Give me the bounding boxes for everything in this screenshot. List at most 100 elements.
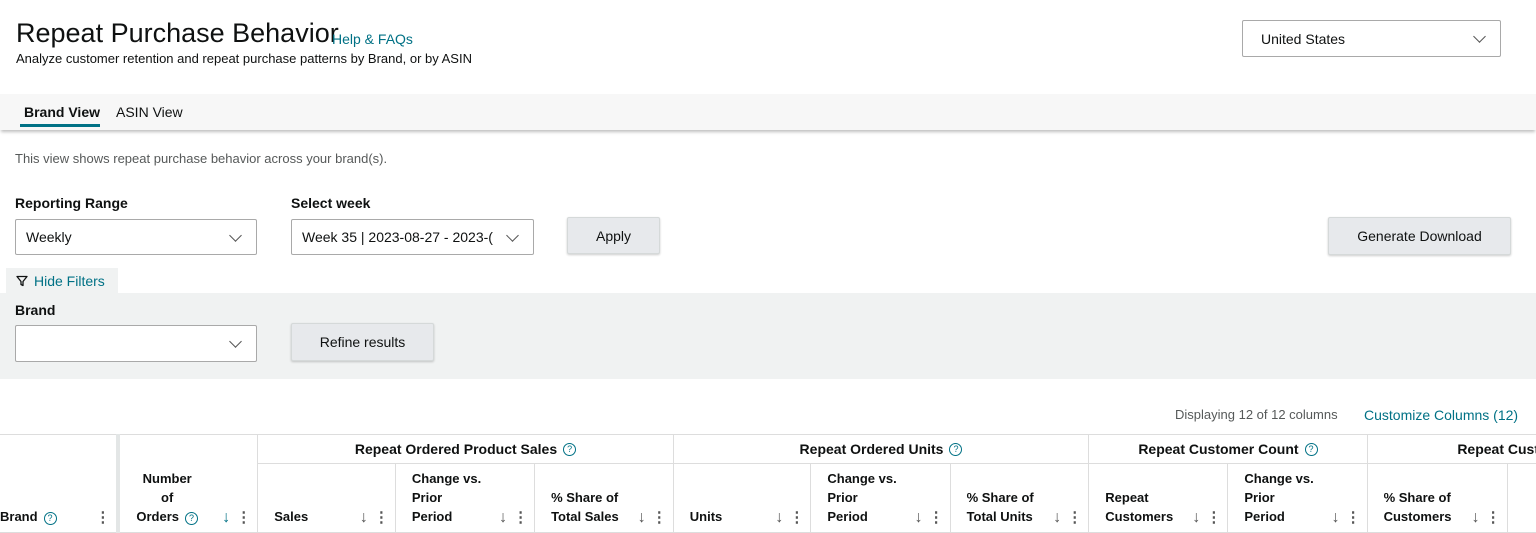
filter-funnel-icon — [16, 275, 28, 287]
help-circle-icon[interactable]: ? — [1304, 442, 1318, 456]
refine-results-button[interactable]: Refine results — [291, 323, 434, 361]
sort-arrow-down-icon[interactable]: ↓ — [360, 510, 368, 526]
header-text: Change vs. — [411, 471, 482, 486]
kebab-menu-icon[interactable]: ⋮ — [95, 510, 110, 526]
view-tabs — [0, 94, 1536, 130]
header-text: % Share of — [1383, 490, 1451, 505]
active-tab-indicator — [20, 124, 100, 127]
group-label: Repeat Ordered Units — [799, 441, 944, 457]
column-header-units[interactable]: Units ↓ ⋮ — [672, 463, 812, 533]
group-header-customer-share: Repeat Custom — [1366, 434, 1536, 464]
header-text: Orders — [136, 509, 180, 524]
group-label: Repeat Ordered Product Sales — [354, 441, 558, 457]
header-text: Repeat — [1105, 490, 1149, 505]
sort-arrow-down-icon[interactable]: ↓ — [222, 510, 230, 526]
column-header-brand[interactable]: Brand? ⋮ — [0, 434, 121, 533]
help-faqs-link[interactable]: Help & FAQs — [332, 31, 413, 47]
group-label: Repeat Customer Count — [1138, 441, 1299, 457]
column-header-customers-change[interactable]: Change vs. Prior Period ↓ ⋮ — [1227, 463, 1368, 533]
header-text: Prior — [411, 490, 443, 505]
group-header-customer-count: Repeat Customer Count? — [1088, 434, 1368, 464]
sort-arrow-down-icon[interactable]: ↓ — [1053, 510, 1061, 526]
header-text: Prior — [827, 490, 858, 505]
marketplace-select[interactable]: United States — [1242, 20, 1501, 57]
sort-arrow-down-icon[interactable]: ↓ — [775, 510, 783, 526]
select-week-select[interactable]: Week 35 | 2023-08-27 - 2023-( — [291, 219, 534, 255]
generate-download-button[interactable]: Generate Download — [1328, 217, 1511, 255]
chevron-down-icon — [229, 228, 242, 242]
header-text: Customers — [1105, 509, 1174, 524]
kebab-menu-icon[interactable]: ⋮ — [1346, 510, 1361, 526]
header-text: of — [161, 490, 174, 505]
column-header-sales-share[interactable]: % Share of Total Sales ↓ ⋮ — [534, 463, 674, 533]
kebab-menu-icon[interactable]: ⋮ — [513, 510, 528, 526]
apply-button[interactable]: Apply — [567, 217, 660, 254]
view-description: This view shows repeat purchase behavior… — [15, 151, 388, 166]
column-header-overflow — [1506, 463, 1536, 533]
kebab-menu-icon[interactable]: ⋮ — [1206, 510, 1221, 526]
brand-label: Brand — [15, 302, 56, 318]
column-header-orders[interactable]: Number of Orders? ↓ ⋮ — [117, 434, 259, 533]
hide-filters-label: Hide Filters — [34, 273, 105, 289]
header-text: Prior — [1244, 490, 1275, 505]
header-text: Change vs. — [827, 471, 897, 486]
header-text: Period — [411, 509, 453, 524]
help-circle-icon[interactable]: ? — [43, 512, 57, 525]
brand-select[interactable] — [15, 325, 257, 362]
columns-count-text: Displaying 12 of 12 columns — [1175, 407, 1338, 422]
kebab-menu-icon[interactable]: ⋮ — [1067, 510, 1082, 526]
chevron-down-icon — [1473, 30, 1486, 43]
reporting-range-value: Weekly — [26, 229, 72, 245]
page-title: Repeat Purchase Behavior — [16, 18, 339, 48]
kebab-menu-icon[interactable]: ⋮ — [929, 510, 944, 526]
chevron-down-icon — [506, 228, 519, 242]
header-text: % Share of — [551, 490, 619, 505]
header-text: Period — [827, 509, 868, 524]
header-text: Period — [1244, 509, 1285, 524]
group-header-sales: Repeat Ordered Product Sales? — [257, 434, 674, 464]
kebab-menu-icon[interactable]: ⋮ — [374, 510, 389, 526]
column-header-units-change[interactable]: Change vs. Prior Period ↓ ⋮ — [810, 463, 951, 533]
header-text: Total Units — [966, 509, 1033, 524]
header-text: Customers — [1383, 509, 1452, 524]
reporting-range-select[interactable]: Weekly — [15, 219, 257, 255]
column-header-units-share[interactable]: % Share of Total Units ↓ ⋮ — [949, 463, 1090, 533]
header-text: Sales — [274, 509, 309, 524]
tab-asin-view[interactable]: ASIN View — [116, 104, 183, 120]
kebab-menu-icon[interactable]: ⋮ — [652, 510, 667, 526]
help-circle-icon[interactable]: ? — [949, 442, 963, 456]
chevron-down-icon — [229, 335, 242, 348]
customize-columns-link[interactable]: Customize Columns (12) — [1364, 407, 1518, 423]
kebab-menu-icon[interactable]: ⋮ — [236, 510, 251, 526]
reporting-range-label: Reporting Range — [15, 195, 128, 211]
sort-arrow-down-icon[interactable]: ↓ — [915, 510, 923, 526]
data-table: Brand? ⋮ Number of Orders? ↓ ⋮ Repeat Or… — [0, 434, 1536, 533]
column-header-sales-change[interactable]: Change vs. Prior Period ↓ ⋮ — [394, 463, 536, 533]
select-week-value: Week 35 | 2023-08-27 - 2023-( — [302, 229, 493, 245]
header-text: Total Sales — [551, 509, 619, 524]
header-text: % Share of — [966, 490, 1034, 505]
sort-arrow-down-icon[interactable]: ↓ — [1472, 510, 1480, 526]
select-week-label: Select week — [291, 195, 371, 211]
header-text: Brand — [0, 509, 38, 524]
header-text: Units — [689, 509, 723, 524]
tab-brand-view[interactable]: Brand View — [24, 104, 100, 120]
help-circle-icon[interactable]: ? — [563, 442, 577, 456]
group-label: Repeat Custom — [1457, 441, 1536, 457]
column-header-customers-share[interactable]: % Share of Customers ↓ ⋮ — [1366, 463, 1508, 533]
kebab-menu-icon[interactable]: ⋮ — [1486, 510, 1501, 526]
column-header-repeat-customers[interactable]: Repeat Customers ↓ ⋮ — [1088, 463, 1229, 533]
header-text: Number — [142, 471, 192, 486]
header-text: Change vs. — [1244, 471, 1314, 486]
marketplace-value: United States — [1261, 30, 1346, 47]
group-header-units: Repeat Ordered Units? — [672, 434, 1090, 464]
sort-arrow-down-icon[interactable]: ↓ — [1192, 510, 1200, 526]
column-header-sales[interactable]: Sales ↓ ⋮ — [257, 463, 396, 533]
help-circle-icon[interactable]: ? — [185, 512, 199, 525]
kebab-menu-icon[interactable]: ⋮ — [789, 510, 804, 526]
page-subtitle: Analyze customer retention and repeat pu… — [16, 51, 472, 66]
sort-arrow-down-icon[interactable]: ↓ — [1332, 510, 1340, 526]
sort-arrow-down-icon[interactable]: ↓ — [499, 510, 507, 526]
hide-filters-toggle[interactable]: Hide Filters — [6, 268, 118, 294]
sort-arrow-down-icon[interactable]: ↓ — [638, 510, 646, 526]
